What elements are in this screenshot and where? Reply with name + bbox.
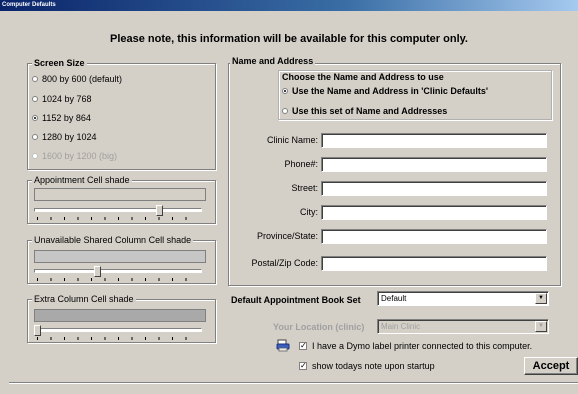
- postal-zip-label: Postal/Zip Code:: [251, 258, 318, 268]
- extra-shade-group: Extra Column Cell shade: [27, 294, 216, 343]
- extra-shade-swatch: [34, 309, 206, 322]
- book-set-value: Default: [381, 294, 407, 303]
- radio-icon: [32, 152, 38, 159]
- phone-label: Phone#:: [284, 159, 318, 169]
- chevron-down-icon[interactable]: ▼: [535, 293, 547, 304]
- name-address-group: Name and Address Choose the Name and Add…: [228, 56, 561, 286]
- name-address-title: Name and Address: [230, 56, 316, 66]
- notice-text: Please note, this information will be av…: [110, 33, 468, 45]
- choose-address-group: Choose the Name and Address to use Use t…: [278, 70, 552, 120]
- extra-shade-title: Extra Column Cell shade: [32, 294, 136, 304]
- extra-shade-slider-thumb[interactable]: [34, 325, 41, 336]
- checkbox-checked-icon: ✓: [299, 340, 307, 350]
- checkbox-checked-icon: ✓: [299, 360, 307, 370]
- extra-shade-slider[interactable]: [34, 328, 202, 332]
- use-clinic-defaults-option[interactable]: Use the Name and Address in 'Clinic Defa…: [282, 85, 488, 97]
- dymo-printer-label: I have a Dymo label printer connected to…: [312, 341, 533, 351]
- accept-button[interactable]: Accept: [524, 357, 578, 375]
- appointment-shade-group: Appointment Cell shade: [27, 175, 216, 224]
- clinic-name-label: Clinic Name:: [266, 135, 318, 145]
- location-value: Main Clinic: [381, 322, 421, 331]
- radio-icon: [282, 107, 288, 114]
- book-set-select[interactable]: Default ▼: [377, 291, 549, 306]
- slider-ticks: [37, 217, 199, 220]
- street-field[interactable]: [321, 181, 547, 196]
- printer-icon: [276, 339, 290, 352]
- use-this-set-option[interactable]: Use this set of Name and Addresses: [282, 105, 447, 117]
- option-label: Use this set of Name and Addresses: [292, 106, 448, 116]
- location-label: Your Location (clinic): [273, 322, 365, 332]
- unavailable-shade-slider-thumb[interactable]: [94, 266, 101, 277]
- option-label: 1280 by 1024: [42, 132, 97, 142]
- choose-address-heading: Choose the Name and Address to use: [282, 72, 444, 82]
- option-label: 1152 by 864: [42, 113, 91, 123]
- option-label: 1024 by 768: [42, 94, 92, 104]
- postal-zip-field[interactable]: [321, 256, 547, 271]
- slider-ticks: [37, 278, 199, 281]
- screen-size-title: Screen Size: [32, 58, 87, 68]
- screen-size-group: Screen Size 800 by 600 (default) 1024 by…: [27, 58, 216, 170]
- city-label: City:: [300, 207, 318, 217]
- screen-size-option-1152[interactable]: 1152 by 864: [32, 112, 91, 124]
- unavailable-shade-swatch: [34, 250, 206, 263]
- appointment-shade-slider-thumb[interactable]: [156, 205, 163, 216]
- unavailable-shade-slider[interactable]: [34, 269, 202, 273]
- location-select: Main Clinic ▼: [377, 319, 549, 334]
- option-label: 1600 by 1200 (big): [42, 151, 118, 161]
- screen-size-option-1280[interactable]: 1280 by 1024: [32, 131, 97, 143]
- todays-note-label: show todays note upon startup: [312, 361, 435, 371]
- window-title: Computer Defaults: [0, 0, 578, 11]
- status-bar: [9, 382, 578, 394]
- screen-size-option-1024[interactable]: 1024 by 768: [32, 93, 92, 105]
- unavailable-shade-title: Unavailable Shared Column Cell shade: [32, 235, 194, 245]
- slider-ticks: [37, 337, 199, 340]
- phone-field[interactable]: [321, 157, 547, 172]
- option-label: 800 by 600 (default): [42, 74, 123, 84]
- unavailable-shade-group: Unavailable Shared Column Cell shade: [27, 235, 216, 284]
- chevron-down-icon: ▼: [535, 321, 547, 332]
- province-state-field[interactable]: [321, 229, 547, 244]
- radio-icon: [32, 95, 38, 102]
- city-field[interactable]: [321, 205, 547, 220]
- book-set-label: Default Appointment Book Set: [231, 295, 361, 305]
- radio-selected-icon: [32, 114, 38, 121]
- option-label: Use the Name and Address in 'Clinic Defa…: [292, 86, 488, 96]
- screen-size-option-800[interactable]: 800 by 600 (default): [32, 73, 122, 85]
- radio-selected-icon: [282, 87, 288, 94]
- radio-icon: [32, 133, 38, 140]
- todays-note-checkbox[interactable]: ✓ show todays note upon startup: [299, 360, 435, 372]
- screen-size-option-1600: 1600 by 1200 (big): [32, 150, 117, 162]
- appointment-shade-slider[interactable]: [34, 208, 202, 212]
- appointment-shade-title: Appointment Cell shade: [32, 175, 132, 185]
- radio-icon: [32, 75, 38, 82]
- clinic-name-field[interactable]: [321, 133, 547, 148]
- province-state-label: Province/State:: [256, 231, 318, 241]
- appointment-shade-swatch: [34, 188, 206, 201]
- street-label: Street:: [291, 183, 318, 193]
- dymo-printer-checkbox[interactable]: ✓ I have a Dymo label printer connected t…: [299, 340, 532, 352]
